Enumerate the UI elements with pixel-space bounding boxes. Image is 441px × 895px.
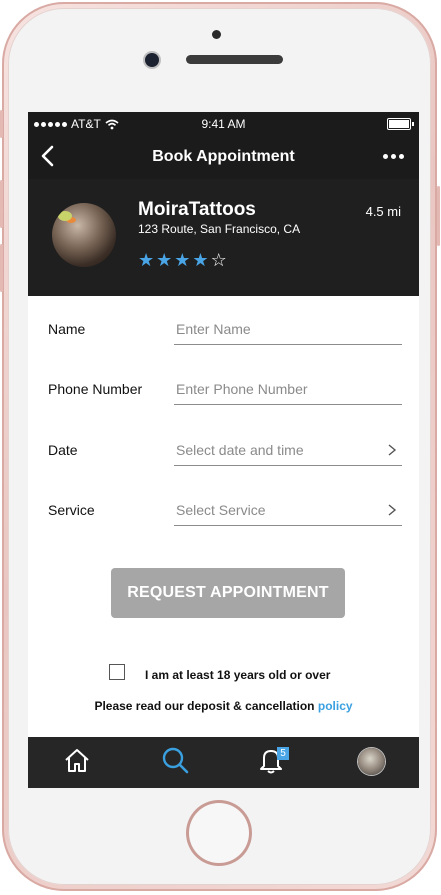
- artist-name: MoiraTattoos: [138, 199, 256, 220]
- notification-badge: 5: [277, 747, 289, 760]
- name-label: Name: [48, 321, 86, 337]
- power-button: [437, 186, 440, 246]
- request-appointment-button[interactable]: REQUEST APPOINTMENT: [111, 568, 345, 618]
- service-label: Service: [48, 502, 95, 518]
- tab-bar: 5: [28, 737, 419, 788]
- age-checkbox[interactable]: [109, 664, 125, 680]
- front-camera: [145, 53, 159, 67]
- volume-down-button: [0, 244, 3, 292]
- service-row: Service: [28, 489, 419, 529]
- more-options-icon[interactable]: [383, 146, 409, 166]
- star-filled-icon: ★: [192, 250, 209, 270]
- policy-text: Please read our deposit & cancellation: [94, 699, 315, 713]
- age-confirmation-text: I am at least 18 years old or over: [145, 668, 331, 682]
- artist-profile-card: MoiraTattoos 123 Route, San Francisco, C…: [28, 179, 419, 296]
- date-row: Date: [28, 429, 419, 469]
- search-icon: [162, 747, 189, 774]
- service-input[interactable]: [174, 499, 378, 521]
- chevron-right-icon[interactable]: [386, 443, 398, 457]
- date-field: [174, 439, 402, 466]
- date-label: Date: [48, 442, 78, 458]
- tab-home[interactable]: [62, 745, 96, 779]
- artist-distance: 4.5 mi: [365, 204, 401, 219]
- star-empty-icon: ☆: [210, 250, 227, 270]
- policy-notice: Please read our deposit & cancellation p…: [28, 699, 419, 713]
- service-field: [174, 499, 402, 526]
- date-input[interactable]: [174, 439, 378, 461]
- star-filled-icon: ★: [138, 250, 155, 270]
- tab-search[interactable]: [160, 745, 194, 779]
- battery-icon: [387, 118, 414, 130]
- proximity-sensor: [212, 30, 221, 39]
- name-field: [174, 318, 402, 345]
- star-filled-icon: ★: [174, 250, 191, 270]
- policy-link[interactable]: policy: [318, 699, 353, 713]
- status-bar: AT&T 9:41 AM: [28, 112, 419, 134]
- rating-stars: ★ ★ ★ ★ ☆: [138, 251, 227, 269]
- age-confirmation: I am at least 18 years old or over: [28, 664, 419, 684]
- home-button[interactable]: [186, 800, 252, 866]
- nav-bar: Book Appointment: [28, 134, 419, 179]
- phone-label: Phone Number: [48, 381, 143, 397]
- chevron-right-icon[interactable]: [386, 503, 398, 517]
- phone-row: Phone Number: [28, 368, 419, 408]
- volume-up-button: [0, 180, 3, 228]
- artist-avatar: [52, 203, 116, 267]
- phone-input[interactable]: [174, 378, 378, 400]
- star-filled-icon: ★: [156, 250, 173, 270]
- app-screen: AT&T 9:41 AM Book Appointment MoiraTatto…: [28, 112, 419, 788]
- name-input[interactable]: [174, 318, 378, 340]
- name-row: Name: [28, 308, 419, 348]
- artist-address: 123 Route, San Francisco, CA: [138, 222, 301, 236]
- earpiece-speaker: [186, 55, 283, 64]
- home-icon: [65, 749, 89, 772]
- profile-avatar[interactable]: [358, 748, 385, 775]
- status-time: 9:41 AM: [201, 117, 246, 131]
- mute-switch: [0, 110, 3, 138]
- page-title: Book Appointment: [152, 148, 295, 165]
- phone-field: [174, 378, 402, 405]
